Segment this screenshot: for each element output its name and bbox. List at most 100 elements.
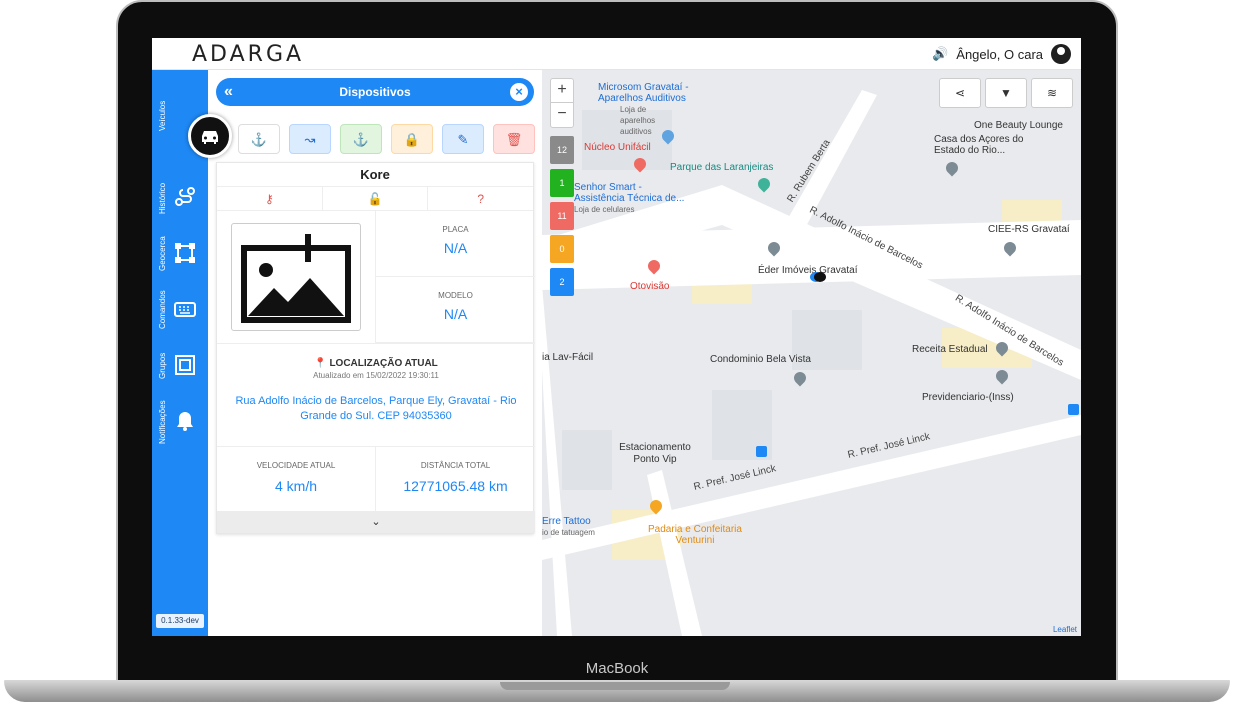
anchor-icon[interactable]: ⚓ <box>340 124 382 154</box>
vehicle-image-placeholder[interactable] <box>231 223 361 331</box>
poi-condominio[interactable]: Condominio Bela Vista <box>710 354 811 365</box>
poi-receita[interactable]: Receita Estadual <box>912 344 988 355</box>
poi-one-beauty[interactable]: One Beauty Lounge <box>974 120 1063 131</box>
device-brand: MacBook <box>585 660 649 677</box>
location-title: LOCALIZAÇÃO ATUAL <box>329 358 438 369</box>
lock-icon[interactable]: 🔒 <box>391 124 433 154</box>
speaker-icon[interactable]: 🔊 <box>932 46 948 62</box>
poi-eder[interactable]: Éder Imóveis Gravataí <box>758 265 857 276</box>
location-address[interactable]: Rua Adolfo Inácio de Barcelos, Parque El… <box>217 394 535 424</box>
trash-icon[interactable]: 🗑 <box>493 124 535 154</box>
location-title-row: 📍 LOCALIZAÇÃO ATUAL <box>217 358 535 369</box>
device-actions: ⚓ ↝ ⚓ 🔒 ✎ 🗑 <box>238 124 535 154</box>
rail-item-notificacoes[interactable]: Notificações <box>152 394 208 450</box>
zoom-out-button[interactable]: − <box>551 103 573 127</box>
rail-label: Notificações <box>158 400 167 444</box>
poi-name: Microsom Gravataí - Aparelhos Auditivos <box>598 82 689 104</box>
status-counter-online[interactable]: 1 <box>550 169 574 197</box>
map-tools: ⋖ ▼ ≋ <box>939 78 1073 108</box>
poi-erre-tattoo[interactable]: Erre Tattoo io de tatuagem <box>542 516 595 538</box>
map-view[interactable]: + − 12 1 11 0 2 ⋖ ▼ ≋ Microsom Gravataí … <box>542 70 1081 636</box>
rail-label: Geocerca <box>158 236 167 272</box>
poi-lav-facil[interactable]: ia Lav-Fácil <box>542 352 593 363</box>
poi-otovisao[interactable]: Otovisão <box>630 281 669 292</box>
panel-title: Dispositivos <box>339 85 411 99</box>
distance-stat: DISTÂNCIA TOTAL 12771065.48 km <box>376 447 535 513</box>
top-bar: ADARGA 🔊 Ângelo, O cara <box>152 38 1081 70</box>
status-counter-warning[interactable]: 0 <box>550 235 574 263</box>
poi-category: io de tatuagem <box>542 528 595 537</box>
zoom-in-button[interactable]: + <box>551 79 573 103</box>
user-avatar-icon[interactable] <box>1051 44 1071 64</box>
help-icon[interactable]: ? <box>428 187 533 210</box>
panel-header: « Dispositivos × <box>216 78 534 106</box>
poi-casa-acores[interactable]: Casa dos Açores do Estado do Rio... <box>934 134 1034 156</box>
poi-previdenciario[interactable]: Previdenciario-(Inss) <box>922 392 1014 403</box>
model-field: MODELO N/A <box>375 277 535 343</box>
user-name[interactable]: Ângelo, O cara <box>956 47 1043 62</box>
double-chevron-left-icon[interactable]: « <box>224 78 233 106</box>
share-icon[interactable]: ⋖ <box>939 78 981 108</box>
filter-icon[interactable]: ▼ <box>985 78 1027 108</box>
poi-name: Erre Tattoo <box>542 516 591 527</box>
poi-estacionamento[interactable]: Estacionamento Ponto Vip <box>610 442 700 466</box>
vehicle-marker-icon[interactable] <box>814 272 826 282</box>
route-icon[interactable]: ↝ <box>289 124 331 154</box>
rail-item-geocerca[interactable]: Geocerca <box>152 226 208 282</box>
status-counter-total[interactable]: 12 <box>550 136 574 164</box>
status-counter-offline[interactable]: 11 <box>550 202 574 230</box>
poi-nucleo[interactable]: Núcleo Unifácil <box>584 142 651 153</box>
rail-item-comandos[interactable]: Comandos <box>152 282 208 338</box>
layers-icon[interactable]: ≋ <box>1031 78 1073 108</box>
car-icon[interactable] <box>188 114 232 158</box>
poi-padaria[interactable]: Padaria e Confeitaria Venturini <box>640 524 750 546</box>
rail-label: Veículos <box>158 100 167 132</box>
key-icon[interactable]: ⚷ <box>217 187 323 210</box>
speed-value: 4 km/h <box>274 478 317 494</box>
rail-item-historico[interactable]: Histórico <box>152 170 208 226</box>
add-image-icon <box>241 230 351 323</box>
poi-category: Loja de celulares <box>574 205 635 214</box>
plate-field: PLACA N/A <box>375 211 535 277</box>
rail-label: Grupos <box>158 352 167 380</box>
close-icon[interactable]: × <box>510 83 528 101</box>
app-version: 0.1.33-dev <box>156 614 204 628</box>
map-attribution[interactable]: Leaflet <box>1053 625 1077 634</box>
expand-chevron-icon[interactable]: ⌄ <box>217 511 535 533</box>
keyboard-icon <box>174 302 196 317</box>
rail-label: Comandos <box>158 290 167 330</box>
status-counter-moving[interactable]: 2 <box>550 268 574 296</box>
route-icon <box>175 187 195 206</box>
rail-label: Histórico <box>158 182 167 214</box>
speed-label: VELOCIDADE ATUAL <box>256 461 336 470</box>
unlock-icon[interactable]: 🔓 <box>323 187 429 210</box>
plate-value: N/A <box>443 240 468 256</box>
app-logo: ADARGA <box>192 42 305 67</box>
poi-parque[interactable]: Parque das Laranjeiras <box>670 162 773 173</box>
model-value: N/A <box>443 306 468 322</box>
vehicle-status-icons: ⚷ 🔓 ? <box>217 187 533 211</box>
bus-stop-icon[interactable] <box>756 446 767 457</box>
poi-ciee[interactable]: CIEE-RS Gravataí <box>988 224 1070 235</box>
poi-senhor-smart[interactable]: Senhor Smart - Assistência Técnica de...… <box>574 182 694 215</box>
geofence-icon <box>175 243 195 263</box>
current-location: 📍 LOCALIZAÇÃO ATUAL Atualizado em 15/02/… <box>217 343 535 447</box>
poi-microsom[interactable]: Microsom Gravataí - Aparelhos Auditivos … <box>598 82 708 137</box>
app-screen: ADARGA 🔊 Ângelo, O cara Veículos Históri… <box>152 38 1081 636</box>
plate-label: PLACA <box>442 225 469 234</box>
laptop-notch <box>500 682 730 690</box>
vehicle-card: Kore ⚷ 🔓 ? PLACA N/A MODELO N/A 📍 LOCALI… <box>216 162 535 534</box>
distance-label: DISTÂNCIA TOTAL <box>420 461 491 470</box>
groups-icon <box>175 355 195 375</box>
bus-stop-icon[interactable] <box>1068 404 1079 415</box>
edit-icon[interactable]: ✎ <box>442 124 484 154</box>
vehicle-name: Kore <box>217 163 533 187</box>
speed-stat: VELOCIDADE ATUAL 4 km/h <box>217 447 376 513</box>
rail-item-grupos[interactable]: Grupos <box>152 338 208 394</box>
anchor-icon[interactable]: ⚓ <box>238 124 280 154</box>
devices-panel: « Dispositivos × ⚓ ↝ ⚓ 🔒 ✎ 🗑 Kore ⚷ 🔓 ? <box>188 70 542 636</box>
distance-value: 12771065.48 km <box>403 478 508 494</box>
bell-icon <box>177 412 193 431</box>
user-area: 🔊 Ângelo, O cara <box>932 44 1071 64</box>
location-updated: Atualizado em 15/02/2022 19:30:11 <box>313 371 439 380</box>
